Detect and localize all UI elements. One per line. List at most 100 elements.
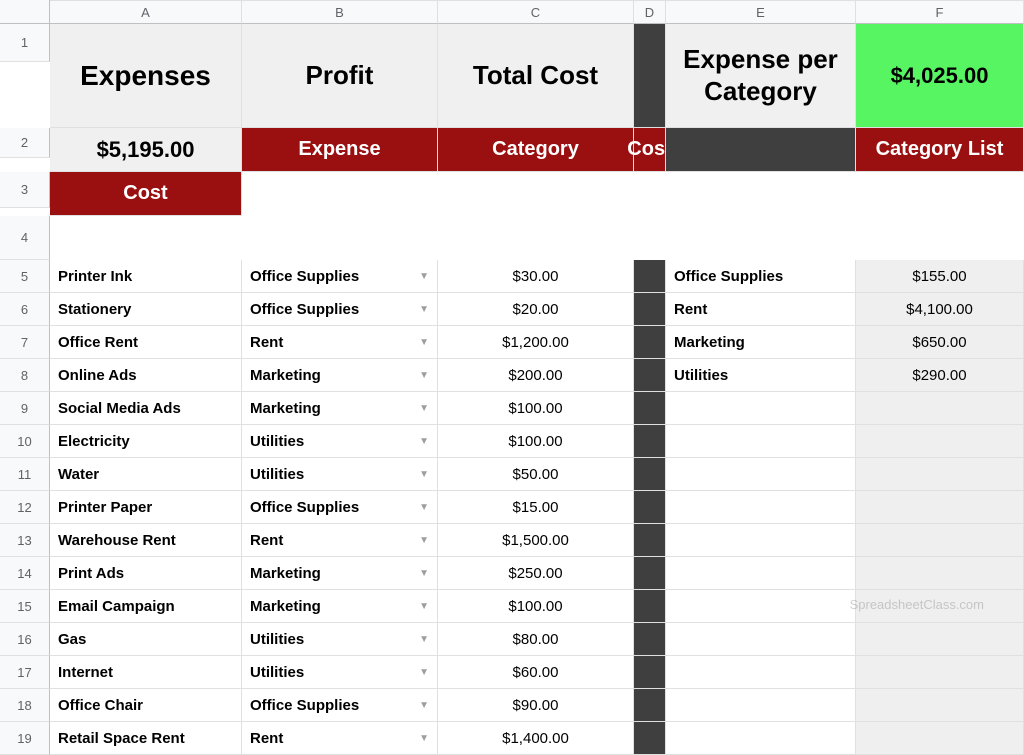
category-list-cell[interactable] <box>666 590 856 623</box>
category-dropdown-cell[interactable]: Rent▼ <box>242 326 438 359</box>
category-dropdown-cell[interactable]: Marketing▼ <box>242 590 438 623</box>
category-list-cell[interactable] <box>666 722 856 755</box>
expense-cell[interactable]: Water <box>50 458 242 491</box>
row-header-10[interactable]: 10 <box>0 425 50 458</box>
row-header-12[interactable]: 12 <box>0 491 50 524</box>
cost-cell[interactable]: $60.00 <box>438 656 634 689</box>
expense-cell[interactable]: Retail Space Rent <box>50 722 242 755</box>
col-header-F[interactable]: F <box>856 0 1024 24</box>
col-header-D[interactable]: D <box>634 0 666 24</box>
category-dropdown-cell[interactable]: Office Supplies▼ <box>242 491 438 524</box>
spreadsheet-grid[interactable]: ABCDEF123ExpensesProfitTotal CostExpense… <box>0 0 1024 755</box>
category-list-cell[interactable]: Marketing <box>666 326 856 359</box>
category-cost-cell[interactable] <box>856 590 1024 623</box>
category-list-cell[interactable]: Rent <box>666 293 856 326</box>
row-header-5[interactable]: 5 <box>0 260 50 293</box>
category-cost-cell[interactable] <box>856 524 1024 557</box>
expense-cell[interactable]: Stationery <box>50 293 242 326</box>
col-header-B[interactable]: B <box>242 0 438 24</box>
category-cost-cell[interactable] <box>856 392 1024 425</box>
category-list-cell[interactable] <box>666 623 856 656</box>
category-dropdown-cell[interactable]: Office Supplies▼ <box>242 293 438 326</box>
profit-value-cell[interactable]: $4,025.00 <box>856 24 1024 128</box>
row-header-1[interactable]: 1 <box>0 24 50 62</box>
cost-cell[interactable]: $200.00 <box>438 359 634 392</box>
cost-cell[interactable]: $80.00 <box>438 623 634 656</box>
row-header-15[interactable]: 15 <box>0 590 50 623</box>
category-cost-cell[interactable]: $290.00 <box>856 359 1024 392</box>
category-cost-cell[interactable] <box>856 557 1024 590</box>
cost-cell[interactable]: $1,500.00 <box>438 524 634 557</box>
col-header-C[interactable]: C <box>438 0 634 24</box>
category-list-cell[interactable] <box>666 425 856 458</box>
row-header-8[interactable]: 8 <box>0 359 50 392</box>
category-dropdown-cell[interactable]: Marketing▼ <box>242 359 438 392</box>
expense-cell[interactable]: Printer Paper <box>50 491 242 524</box>
category-list-cell[interactable] <box>666 524 856 557</box>
expense-cell[interactable]: Office Rent <box>50 326 242 359</box>
category-dropdown-cell[interactable]: Marketing▼ <box>242 557 438 590</box>
category-dropdown-cell[interactable]: Utilities▼ <box>242 656 438 689</box>
row-header-13[interactable]: 13 <box>0 524 50 557</box>
category-list-cell[interactable] <box>666 689 856 722</box>
row-header-18[interactable]: 18 <box>0 689 50 722</box>
category-cost-cell[interactable] <box>856 425 1024 458</box>
cost-cell[interactable]: $1,400.00 <box>438 722 634 755</box>
category-cost-cell[interactable] <box>856 491 1024 524</box>
category-dropdown-cell[interactable]: Utilities▼ <box>242 623 438 656</box>
category-dropdown-cell[interactable]: Rent▼ <box>242 524 438 557</box>
row-header-6[interactable]: 6 <box>0 293 50 326</box>
row-header-11[interactable]: 11 <box>0 458 50 491</box>
cost-cell[interactable]: $100.00 <box>438 392 634 425</box>
cost-cell[interactable]: $30.00 <box>438 260 634 293</box>
category-dropdown-cell[interactable]: Utilities▼ <box>242 425 438 458</box>
expense-cell[interactable]: Online Ads <box>50 359 242 392</box>
expense-cell[interactable]: Email Campaign <box>50 590 242 623</box>
category-dropdown-cell[interactable]: Office Supplies▼ <box>242 260 438 293</box>
cost-cell[interactable]: $250.00 <box>438 557 634 590</box>
row-header-17[interactable]: 17 <box>0 656 50 689</box>
category-cost-cell[interactable]: $650.00 <box>856 326 1024 359</box>
category-cost-cell[interactable] <box>856 722 1024 755</box>
expense-cell[interactable]: Warehouse Rent <box>50 524 242 557</box>
total-cost-value-cell[interactable]: $5,195.00 <box>50 128 242 172</box>
col-header-A[interactable]: A <box>50 0 242 24</box>
row-header-2[interactable]: 2 <box>0 128 50 158</box>
category-list-cell[interactable] <box>666 557 856 590</box>
select-all-corner[interactable] <box>0 0 50 24</box>
category-cost-cell[interactable]: $4,100.00 <box>856 293 1024 326</box>
row-header-4[interactable]: 4 <box>0 216 50 260</box>
row-header-7[interactable]: 7 <box>0 326 50 359</box>
row-header-14[interactable]: 14 <box>0 557 50 590</box>
category-dropdown-cell[interactable]: Office Supplies▼ <box>242 689 438 722</box>
category-list-cell[interactable] <box>666 656 856 689</box>
category-list-cell[interactable]: Utilities <box>666 359 856 392</box>
cost-cell[interactable]: $100.00 <box>438 590 634 623</box>
category-list-cell[interactable]: Office Supplies <box>666 260 856 293</box>
category-cost-cell[interactable] <box>856 656 1024 689</box>
expense-cell[interactable]: Printer Ink <box>50 260 242 293</box>
expense-cell[interactable]: Internet <box>50 656 242 689</box>
cost-cell[interactable]: $15.00 <box>438 491 634 524</box>
category-list-cell[interactable] <box>666 392 856 425</box>
category-cost-cell[interactable] <box>856 458 1024 491</box>
expense-cell[interactable]: Print Ads <box>50 557 242 590</box>
category-list-cell[interactable] <box>666 458 856 491</box>
category-list-cell[interactable] <box>666 491 856 524</box>
expense-cell[interactable]: Office Chair <box>50 689 242 722</box>
col-header-E[interactable]: E <box>666 0 856 24</box>
category-cost-cell[interactable] <box>856 689 1024 722</box>
row-header-16[interactable]: 16 <box>0 623 50 656</box>
category-cost-cell[interactable]: $155.00 <box>856 260 1024 293</box>
cost-cell[interactable]: $1,200.00 <box>438 326 634 359</box>
category-dropdown-cell[interactable]: Rent▼ <box>242 722 438 755</box>
cost-cell[interactable]: $50.00 <box>438 458 634 491</box>
row-header-19[interactable]: 19 <box>0 722 50 755</box>
cost-cell[interactable]: $90.00 <box>438 689 634 722</box>
row-header-3[interactable]: 3 <box>0 172 50 208</box>
expense-cell[interactable]: Social Media Ads <box>50 392 242 425</box>
expense-cell[interactable]: Electricity <box>50 425 242 458</box>
category-dropdown-cell[interactable]: Marketing▼ <box>242 392 438 425</box>
category-dropdown-cell[interactable]: Utilities▼ <box>242 458 438 491</box>
cost-cell[interactable]: $20.00 <box>438 293 634 326</box>
